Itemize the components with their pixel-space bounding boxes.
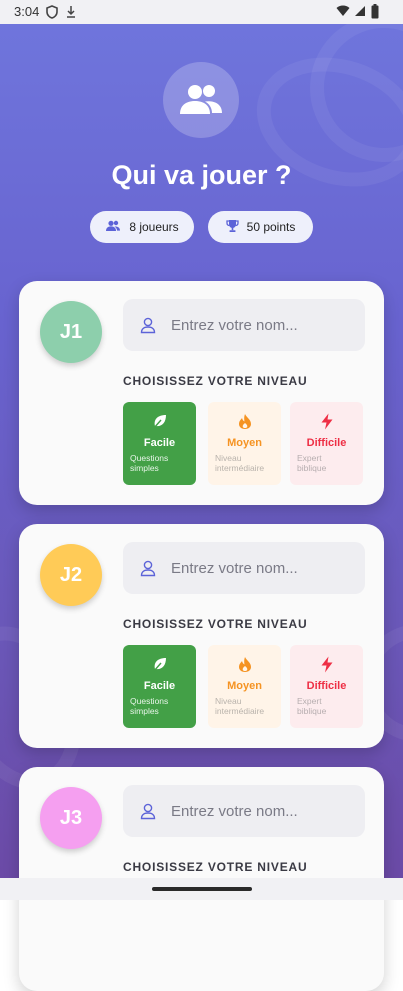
level-option-moyen[interactable]: Moyen Niveau intermédiaire	[208, 645, 281, 728]
player-card-1: J1 CHOISISSEZ VOTRE NIVEAU Facile Questi…	[19, 281, 384, 505]
level-section-label: CHOISISSEZ VOTRE NIVEAU	[123, 374, 308, 388]
bolt-icon	[290, 413, 363, 431]
trophy-icon	[225, 219, 239, 236]
level-name: Moyen	[227, 680, 262, 692]
level-name: Moyen	[227, 437, 262, 449]
level-option-difficile[interactable]: Difficile Expert biblique	[290, 402, 363, 485]
shield-icon	[46, 5, 58, 22]
points-text: 50 points	[246, 220, 296, 234]
status-time: 3:04	[14, 4, 40, 19]
level-description: Questions simples	[130, 453, 169, 473]
players-count-text: 8 joueurs	[129, 220, 179, 234]
points-badge: 50 points	[208, 211, 313, 243]
level-option-difficile[interactable]: Difficile Expert biblique	[290, 645, 363, 728]
level-option-moyen[interactable]: Moyen Niveau intermédiaire	[208, 402, 281, 485]
name-input[interactable]	[171, 802, 341, 820]
player-avatar: J2	[40, 544, 102, 606]
level-description: Questions simples	[130, 696, 169, 716]
level-name: Facile	[143, 680, 176, 692]
name-field[interactable]	[123, 542, 365, 594]
player-avatar: J1	[40, 301, 102, 363]
flame-icon	[208, 413, 281, 431]
flame-icon	[208, 656, 281, 674]
group-icon	[105, 220, 121, 235]
level-description: Expert biblique	[297, 696, 327, 716]
level-name: Facile	[143, 437, 176, 449]
level-name: Difficile	[306, 437, 347, 449]
level-option-facile[interactable]: Facile Questions simples	[123, 645, 196, 728]
level-description: Niveau intermédiaire	[215, 453, 265, 473]
bolt-icon	[290, 656, 363, 674]
person-icon	[139, 559, 157, 577]
leaf-icon	[123, 413, 196, 431]
level-section-label: CHOISISSEZ VOTRE NIVEAU	[123, 617, 308, 631]
battery-icon	[371, 4, 379, 22]
download-icon	[66, 5, 76, 22]
wifi-icon	[336, 5, 350, 20]
player-avatar: J3	[40, 787, 102, 849]
signal-icon	[354, 5, 366, 20]
name-input[interactable]	[171, 316, 341, 334]
level-name: Difficile	[306, 680, 347, 692]
group-icon	[163, 62, 239, 138]
person-icon	[139, 802, 157, 820]
players-count-badge: 8 joueurs	[90, 211, 194, 243]
name-field[interactable]	[123, 785, 365, 837]
leaf-icon	[123, 656, 196, 674]
level-section-label: CHOISISSEZ VOTRE NIVEAU	[123, 860, 308, 874]
level-description: Expert biblique	[297, 453, 327, 473]
level-description: Niveau intermédiaire	[215, 696, 265, 716]
name-field[interactable]	[123, 299, 365, 351]
level-option-facile[interactable]: Facile Questions simples	[123, 402, 196, 485]
page-title: Qui va jouer ?	[111, 160, 292, 190]
navigation-bar	[0, 878, 403, 900]
person-icon	[139, 316, 157, 334]
player-card-2: J2 CHOISISSEZ VOTRE NIVEAU Facile Questi…	[19, 524, 384, 748]
home-gesture-handle[interactable]	[152, 887, 252, 891]
status-bar: 3:04	[0, 0, 403, 24]
name-input[interactable]	[171, 559, 341, 577]
